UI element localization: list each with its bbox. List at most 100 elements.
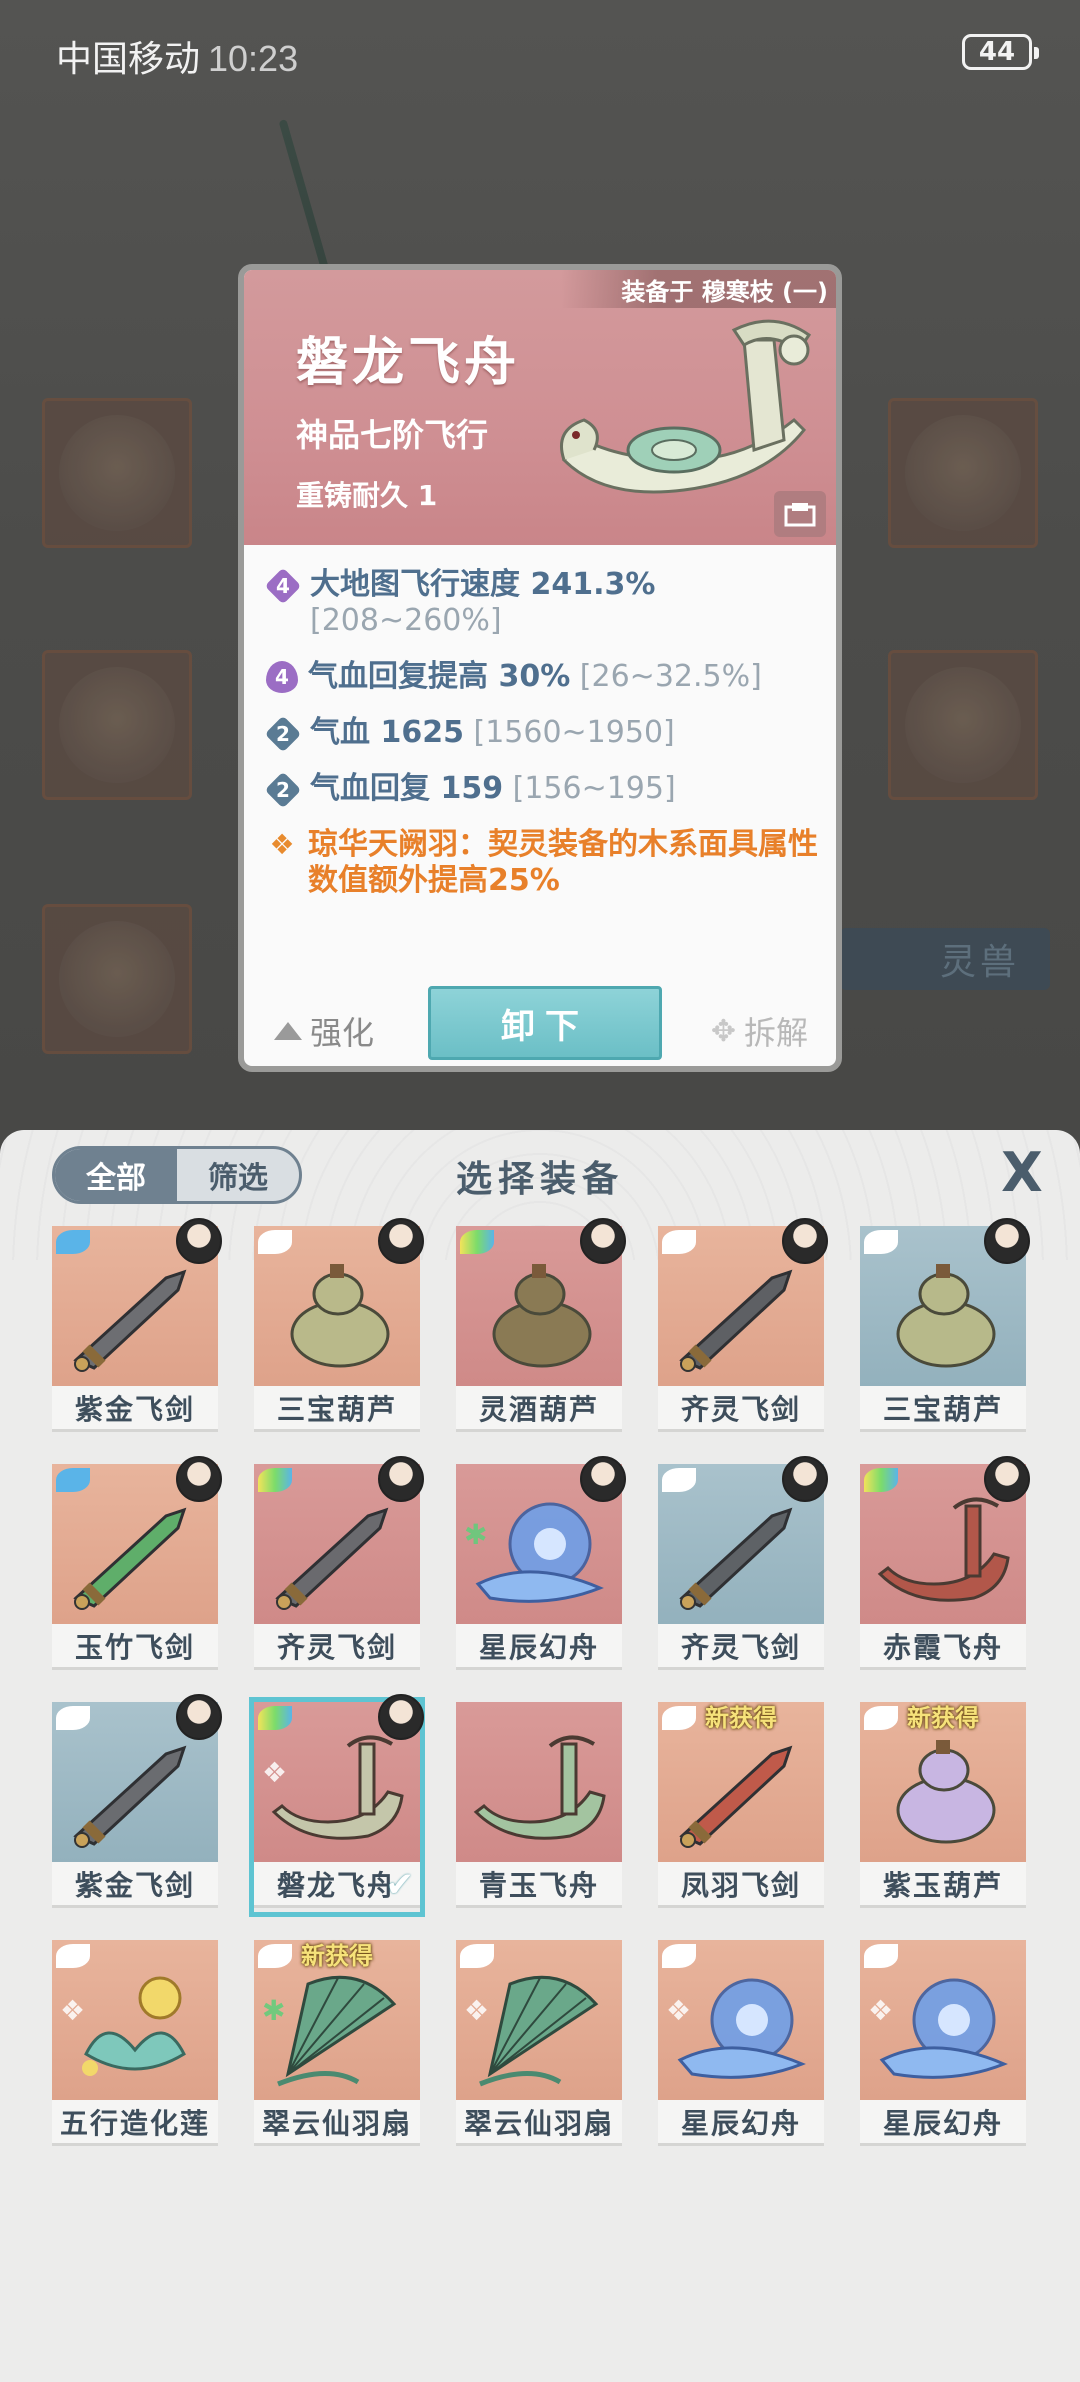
equipment-tile[interactable]: ❖ 星辰幻舟 <box>860 1940 1026 2150</box>
enhance-button[interactable]: 强化 <box>274 1008 374 1054</box>
equipped-on-tag: 装备于 穆寒枝 (一) <box>561 270 836 308</box>
item-hero: 装备于 穆寒枝 (一) 磐龙飞舟 神品七阶飞行 重铸耐久 1 <box>244 270 836 545</box>
stat-range: [156~195] <box>503 771 676 806</box>
owner-avatar <box>176 1456 222 1502</box>
status-bar: 中国移动 10:23 44 <box>0 0 1080 110</box>
panel-title: 选择装备 <box>455 1159 624 1200</box>
bg-equip-slot <box>42 904 192 1054</box>
equipment-name: 翠云仙羽扇 <box>456 2100 622 2146</box>
equipment-tile[interactable]: 赤霞飞舟 <box>860 1456 1030 1674</box>
stat-value: 气血回复 159 <box>310 771 504 806</box>
owner-avatar <box>378 1694 424 1740</box>
item-detail-card: 装备于 穆寒枝 (一) 磐龙飞舟 神品七阶飞行 重铸耐久 1 4 大地图飞行速度… <box>238 264 842 1072</box>
close-icon[interactable]: X <box>994 1141 1050 1204</box>
equipment-name: 紫金飞剑 <box>52 1386 218 1432</box>
wing-rarity-icon <box>662 1944 696 1968</box>
wing-rarity-icon <box>56 1468 90 1492</box>
owner-avatar <box>580 1218 626 1264</box>
equipment-tile[interactable]: 齐灵飞剑 <box>658 1456 828 1674</box>
equipment-name: 齐灵飞剑 <box>658 1386 824 1432</box>
equipment-grid: 紫金飞剑 三宝葫芦 灵酒葫芦 齐灵飞剑 三宝葫芦 玉竹飞剑 齐灵飞剑 ✱ 星辰幻舟 齐灵飞剑 赤霞飞… <box>52 1218 1030 2150</box>
stat-row: 2 气血 1625 [1560~1950] <box>264 715 820 753</box>
element-icon: ❖ <box>262 1756 288 1789</box>
wing-rarity-icon <box>56 1230 90 1254</box>
equipment-tile[interactable]: ✱ 星辰幻舟 <box>456 1456 626 1674</box>
stat-row: 2 气血回复 159 [156~195] <box>264 771 820 809</box>
equipment-name: 紫金飞剑 <box>52 1862 218 1908</box>
stat-text: 气血回复 159 [156~195] <box>310 771 676 807</box>
owner-avatar <box>378 1218 424 1264</box>
special-effect-text: 琼华天阙羽：契灵装备的木系面具属性数值额外提高25% <box>308 827 818 898</box>
dismantle-button[interactable]: ✥ 拆解 <box>711 1008 808 1054</box>
tier-badge-icon: 2 <box>264 715 302 753</box>
owner-avatar <box>176 1218 222 1264</box>
upgrade-arrow-icon <box>274 1022 302 1040</box>
enhance-label: 强化 <box>310 1014 375 1052</box>
dragon-boat-art <box>560 319 812 494</box>
equipment-name: 齐灵飞剑 <box>254 1624 420 1670</box>
equipment-tile[interactable]: ✱ 新获得 翠云仙羽扇 <box>254 1940 420 2150</box>
equipment-tile[interactable]: ❖ 翠云仙羽扇 <box>456 1940 622 2150</box>
owner-avatar <box>378 1456 424 1502</box>
equipment-name: 五行造化莲 <box>52 2100 218 2146</box>
lock-icon[interactable] <box>774 491 826 537</box>
battery-icon: 44 <box>962 34 1039 70</box>
equipment-tile[interactable]: 紫金飞剑 <box>52 1218 222 1436</box>
stat-value: 气血 1625 <box>310 715 464 750</box>
card-actions: 强化 卸下 ✥ 拆解 <box>244 956 836 1066</box>
owner-avatar <box>176 1694 222 1740</box>
equipment-name: 玉竹飞剑 <box>52 1624 218 1670</box>
stat-range: [26~32.5%] <box>570 659 762 694</box>
equipment-tile[interactable]: 玉竹飞剑 <box>52 1456 222 1674</box>
new-obtained-badge: 新获得 <box>907 1704 979 1732</box>
equipment-tile[interactable]: ❖ 磐龙飞舟 ✔ <box>249 1694 425 1917</box>
item-durability: 重铸耐久 1 <box>296 479 438 512</box>
equipment-name: 青玉飞舟 <box>456 1862 622 1908</box>
bg-equip-slot <box>888 650 1038 800</box>
equipment-tile[interactable]: 新获得 凤羽飞剑 <box>658 1702 824 1912</box>
owner-avatar <box>984 1218 1030 1264</box>
equipment-tile[interactable]: 紫金飞剑 <box>52 1694 222 1912</box>
bg-equip-slot <box>888 398 1038 548</box>
owner-avatar <box>580 1456 626 1502</box>
equipment-tile[interactable]: 青玉飞舟 <box>456 1702 622 1912</box>
equipment-tile[interactable]: 三宝葫芦 <box>860 1218 1030 1436</box>
new-obtained-badge: 新获得 <box>301 1942 373 1970</box>
item-stats: 4 大地图飞行速度 241.3% [208~260%] 4 气血回复提高 30%… <box>244 545 836 899</box>
special-effect-row: ❖ 琼华天阙羽：契灵装备的木系面具属性数值额外提高25% <box>266 827 820 899</box>
stat-value: 大地图飞行速度 241.3% <box>310 567 656 602</box>
element-icon: ✱ <box>464 1518 488 1551</box>
equipment-tile[interactable]: ❖ 星辰幻舟 <box>658 1940 824 2150</box>
equipment-name: 三宝葫芦 <box>860 1386 1026 1432</box>
equipment-tile[interactable]: 三宝葫芦 <box>254 1218 424 1436</box>
equipment-name: 星辰幻舟 <box>860 2100 1026 2146</box>
wing-rarity-icon <box>662 1230 696 1254</box>
wing-rarity-icon <box>864 1944 898 1968</box>
flame-tier-badge-icon: 4 <box>266 661 298 693</box>
wing-rarity-icon <box>56 1944 90 1968</box>
bg-equip-slot <box>42 650 192 800</box>
equipment-tile[interactable]: 齐灵飞剑 <box>254 1456 424 1674</box>
equipment-name: 星辰幻舟 <box>658 2100 824 2146</box>
equipment-tile[interactable]: 齐灵飞剑 <box>658 1218 828 1436</box>
wood-element-icon: ❖ <box>269 828 295 861</box>
wing-rarity-icon <box>460 1944 494 1968</box>
battery-level: 44 <box>978 37 1016 67</box>
dismantle-label: 拆解 <box>743 1014 808 1052</box>
element-icon: ❖ <box>666 1994 692 2027</box>
stat-range: [208~260%] <box>310 603 502 638</box>
equipment-tile[interactable]: 新获得 紫玉葫芦 <box>860 1702 1026 1912</box>
stat-text: 气血回复提高 30% [26~32.5%] <box>308 659 762 695</box>
wing-rarity-icon <box>258 1468 292 1492</box>
equipment-name: 凤羽飞剑 <box>658 1862 824 1908</box>
unequip-button[interactable]: 卸下 <box>428 986 662 1060</box>
owner-avatar <box>782 1218 828 1264</box>
equipment-name: 齐灵飞剑 <box>658 1624 824 1670</box>
stat-row: 4 气血回复提高 30% [26~32.5%] <box>266 659 820 695</box>
equipment-tile[interactable]: 灵酒葫芦 <box>456 1218 626 1436</box>
wing-rarity-icon <box>460 1230 494 1254</box>
select-equipment-panel: 全部 筛选 选择装备 X 紫金飞剑 三宝葫芦 灵酒葫芦 齐灵飞剑 三宝葫芦 玉竹飞剑 齐灵飞… <box>0 1130 1080 2382</box>
equipment-name: 紫玉葫芦 <box>860 1862 1026 1908</box>
tier-badge-icon: 4 <box>264 567 302 605</box>
equipment-tile[interactable]: ❖ 五行造化莲 <box>52 1940 218 2150</box>
